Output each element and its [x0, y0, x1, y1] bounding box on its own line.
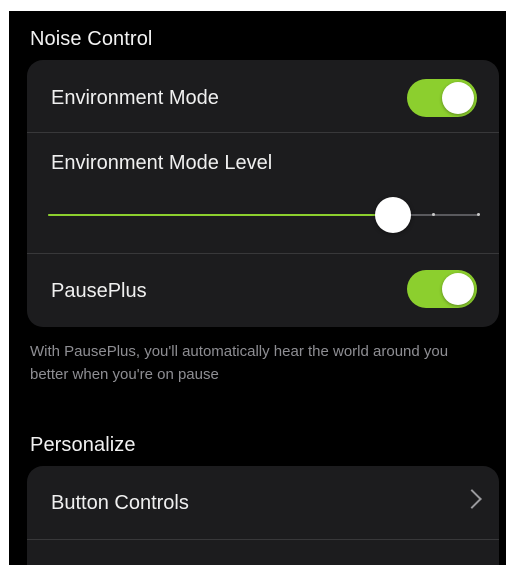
- slider-tick: [432, 213, 435, 216]
- chevron-right-icon: [462, 489, 482, 509]
- toggle-knob: [442, 82, 474, 114]
- noise-control-header: Noise Control: [30, 28, 153, 50]
- divider: [27, 539, 499, 540]
- noise-control-card: Environment Mode Environment Mode Level …: [27, 60, 499, 327]
- personalize-header: Personalize: [30, 434, 136, 456]
- button-controls-row[interactable]: Button Controls: [27, 466, 499, 539]
- slider-thumb[interactable]: [375, 197, 411, 233]
- pauseplus-footnote: With PausePlus, you'll automatically hea…: [30, 343, 449, 383]
- environment-mode-level-row: Environment Mode Level: [27, 132, 499, 253]
- slider-tick: [477, 213, 480, 216]
- environment-mode-level-label: Environment Mode Level: [51, 152, 273, 174]
- settings-screen: Noise Control Environment Mode Environme…: [9, 11, 506, 565]
- personalize-card: Button Controls: [27, 466, 499, 565]
- environment-mode-label: Environment Mode: [51, 87, 219, 109]
- button-controls-label: Button Controls: [51, 492, 189, 514]
- environment-mode-row[interactable]: Environment Mode: [27, 60, 499, 132]
- environment-mode-toggle[interactable]: [407, 79, 477, 117]
- environment-mode-level-slider[interactable]: [48, 197, 480, 233]
- slider-fill: [48, 214, 393, 216]
- pauseplus-row[interactable]: PausePlus: [27, 253, 499, 327]
- pauseplus-toggle[interactable]: [407, 270, 477, 308]
- toggle-knob: [442, 273, 474, 305]
- pauseplus-label: PausePlus: [51, 280, 147, 302]
